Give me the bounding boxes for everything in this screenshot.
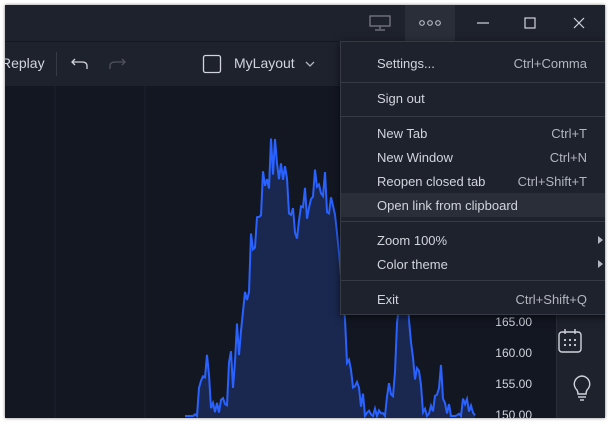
menu-item-new-window[interactable]: New Window Ctrl+N [341, 145, 605, 169]
toolbar-divider [56, 52, 57, 76]
menu-item-shortcut: Ctrl+Shift+T [517, 173, 587, 189]
close-icon [573, 17, 585, 29]
menu-item-label: Sign out [377, 90, 425, 106]
menu-item-color-theme[interactable]: Color theme [341, 252, 605, 276]
menu-item-shortcut: Ctrl+Shift+Q [515, 291, 587, 307]
maximize-icon [523, 17, 536, 29]
minimize-icon [476, 22, 489, 24]
close-button[interactable] [555, 5, 603, 41]
minimize-button[interactable] [460, 5, 505, 41]
menu-item-label: Open link from clipboard [377, 197, 518, 213]
menu-item-label: Exit [377, 291, 399, 307]
replay-button[interactable]: Replay [5, 55, 45, 71]
menu-item-open-link-from-clipboard[interactable]: Open link from clipboard [341, 193, 605, 217]
calendar-icon[interactable] [557, 328, 583, 354]
maximize-button[interactable] [507, 5, 552, 41]
undo-icon[interactable] [71, 56, 89, 70]
monitor-icon [369, 15, 391, 31]
menu-item-shortcut: Ctrl+N [549, 149, 587, 165]
monitor-button[interactable] [360, 5, 400, 41]
menu-separator [341, 280, 605, 281]
redo-icon[interactable] [108, 56, 126, 70]
menu-item-label: New Tab [377, 125, 428, 141]
lightbulb-icon[interactable] [571, 374, 593, 402]
submenu-arrow-icon [598, 236, 603, 244]
price-axis-label: 155.00 [495, 377, 532, 391]
menu-item-shortcut: Ctrl+T [551, 125, 587, 141]
menu-item-label: Zoom 100% [377, 232, 448, 248]
price-axis-label: 160.00 [495, 346, 532, 360]
title-bar [5, 5, 605, 41]
main-menu: Settings... Ctrl+Comma Sign out New Tab … [340, 41, 605, 315]
more-icon [419, 20, 441, 26]
layout-name-button[interactable]: MyLayout [234, 55, 295, 71]
menu-item-label: Reopen closed tab [377, 173, 486, 189]
menu-separator [341, 116, 605, 117]
layout-square-icon[interactable] [202, 54, 222, 74]
price-axis-label: 165.00 [495, 315, 532, 329]
menu-item-zoom[interactable]: Zoom 100% [341, 228, 605, 252]
menu-item-exit[interactable]: Exit Ctrl+Shift+Q [341, 287, 605, 311]
menu-separator [341, 221, 605, 222]
menu-separator [341, 82, 605, 83]
more-menu-button[interactable] [405, 5, 455, 41]
menu-item-new-tab[interactable]: New Tab Ctrl+T [341, 121, 605, 145]
app-window: Replay MyLayout 165.00 160.00 155.00 150… [5, 5, 605, 418]
menu-item-sign-out[interactable]: Sign out [341, 86, 605, 110]
submenu-arrow-icon [598, 260, 603, 268]
chevron-down-icon[interactable] [305, 61, 315, 67]
menu-item-shortcut: Ctrl+Comma [513, 55, 587, 71]
price-axis-label: 150.00 [495, 408, 532, 418]
menu-item-settings[interactable]: Settings... Ctrl+Comma [341, 51, 605, 75]
menu-item-reopen-closed-tab[interactable]: Reopen closed tab Ctrl+Shift+T [341, 169, 605, 193]
menu-item-label: Settings... [377, 55, 435, 71]
menu-item-label: New Window [377, 149, 453, 165]
menu-item-label: Color theme [377, 256, 448, 272]
